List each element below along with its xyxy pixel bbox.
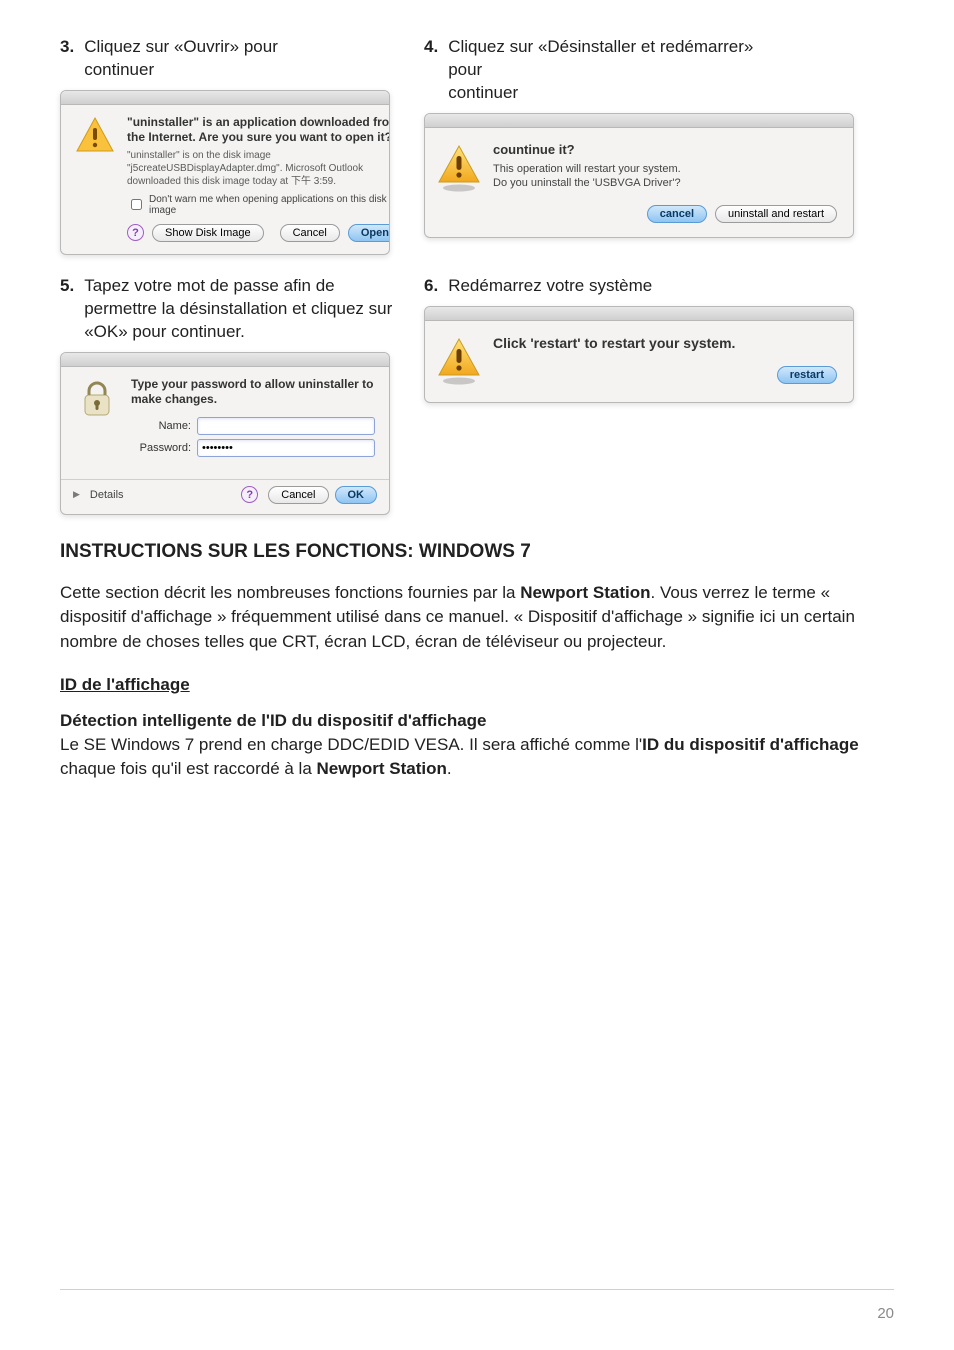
dialog5-titlebar xyxy=(61,353,389,367)
step-4-num: 4. xyxy=(424,36,438,105)
dialog4-line1: This operation will restart your system. xyxy=(493,162,837,176)
step-6-text: Redémarrez votre système xyxy=(448,275,652,298)
step-5-num: 5. xyxy=(60,275,74,344)
dialog-password: Type your password to allow uninstaller … xyxy=(60,352,390,515)
password-field[interactable] xyxy=(197,439,375,457)
warning-shiny-icon xyxy=(437,335,481,388)
name-label: Name: xyxy=(131,420,191,432)
ok-button[interactable]: OK xyxy=(335,486,378,504)
dialog5-title: Type your password to allow uninstaller … xyxy=(131,377,375,407)
cancel-button[interactable]: cancel xyxy=(647,205,707,223)
page-number: 20 xyxy=(877,1305,894,1322)
show-disk-image-button[interactable]: Show Disk Image xyxy=(152,224,264,242)
paragraph-2: Le SE Windows 7 prend en charge DDC/EDID… xyxy=(60,733,894,782)
dialog6-titlebar xyxy=(425,307,853,321)
cancel-button[interactable]: Cancel xyxy=(280,224,340,242)
step-6-heading: 6. Redémarrez votre système xyxy=(424,275,894,298)
details-label[interactable]: Details xyxy=(90,489,231,501)
details-disclosure-icon[interactable]: ▶ xyxy=(73,489,80,500)
password-label: Password: xyxy=(131,442,191,454)
subheading-detection: Détection intelligente de l'ID du dispos… xyxy=(60,711,894,731)
step-5-text: Tapez votre mot de passe afin de permett… xyxy=(84,275,400,344)
paragraph-1: Cette section décrit les nombreuses fonc… xyxy=(60,581,894,655)
step-4-text: Cliquez sur «Désinstaller et redémarrer»… xyxy=(448,36,753,105)
dialog-restart: Click 'restart' to restart your system. … xyxy=(424,306,854,403)
restart-button[interactable]: restart xyxy=(777,366,837,384)
dialog3-checkbox-row[interactable]: Don't warn me when opening applications … xyxy=(127,194,390,216)
step-3-heading: 3. Cliquez sur «Ouvrir» pour continuer xyxy=(60,36,400,82)
help-icon[interactable]: ? xyxy=(127,224,144,241)
name-field[interactable] xyxy=(197,417,375,435)
dialog3-titlebar xyxy=(61,91,389,105)
open-button[interactable]: Open xyxy=(348,224,390,242)
lock-icon xyxy=(75,377,119,421)
dialog6-title: Click 'restart' to restart your system. xyxy=(493,335,837,353)
uninstall-restart-button[interactable]: uninstall and restart xyxy=(715,205,837,223)
section-heading: INSTRUCTIONS SUR LES FONCTIONS: WINDOWS … xyxy=(60,541,894,563)
dialog3-subtext: "uninstaller" is on the disk image "j5cr… xyxy=(127,149,390,188)
dialog4-title: countinue it? xyxy=(493,142,837,158)
help-icon[interactable]: ? xyxy=(241,486,258,503)
cancel-button[interactable]: Cancel xyxy=(268,486,328,504)
step-4-heading: 4. Cliquez sur «Désinstaller et redémarr… xyxy=(424,36,894,105)
dont-warn-checkbox[interactable] xyxy=(131,199,142,210)
step-6-num: 6. xyxy=(424,275,438,298)
footer-divider xyxy=(60,1289,894,1290)
step-5-heading: 5. Tapez votre mot de passe afin de perm… xyxy=(60,275,400,344)
dont-warn-label: Don't warn me when opening applications … xyxy=(149,194,390,216)
warning-shiny-icon xyxy=(437,142,481,195)
dialog4-line2: Do you uninstall the 'USBVGA Driver'? xyxy=(493,176,837,190)
step-3-num: 3. xyxy=(60,36,74,82)
step-3-text: Cliquez sur «Ouvrir» pour continuer xyxy=(84,36,278,82)
dialog3-title: "uninstaller" is an application download… xyxy=(127,115,390,145)
warning-triangle-icon xyxy=(75,115,115,155)
dialog-continue-uninstall: countinue it? This operation will restar… xyxy=(424,113,854,238)
dialog-uninstaller-open: "uninstaller" is an application download… xyxy=(60,90,390,255)
dialog4-titlebar xyxy=(425,114,853,128)
subheading-id-affichage: ID de l'affichage xyxy=(60,675,894,695)
